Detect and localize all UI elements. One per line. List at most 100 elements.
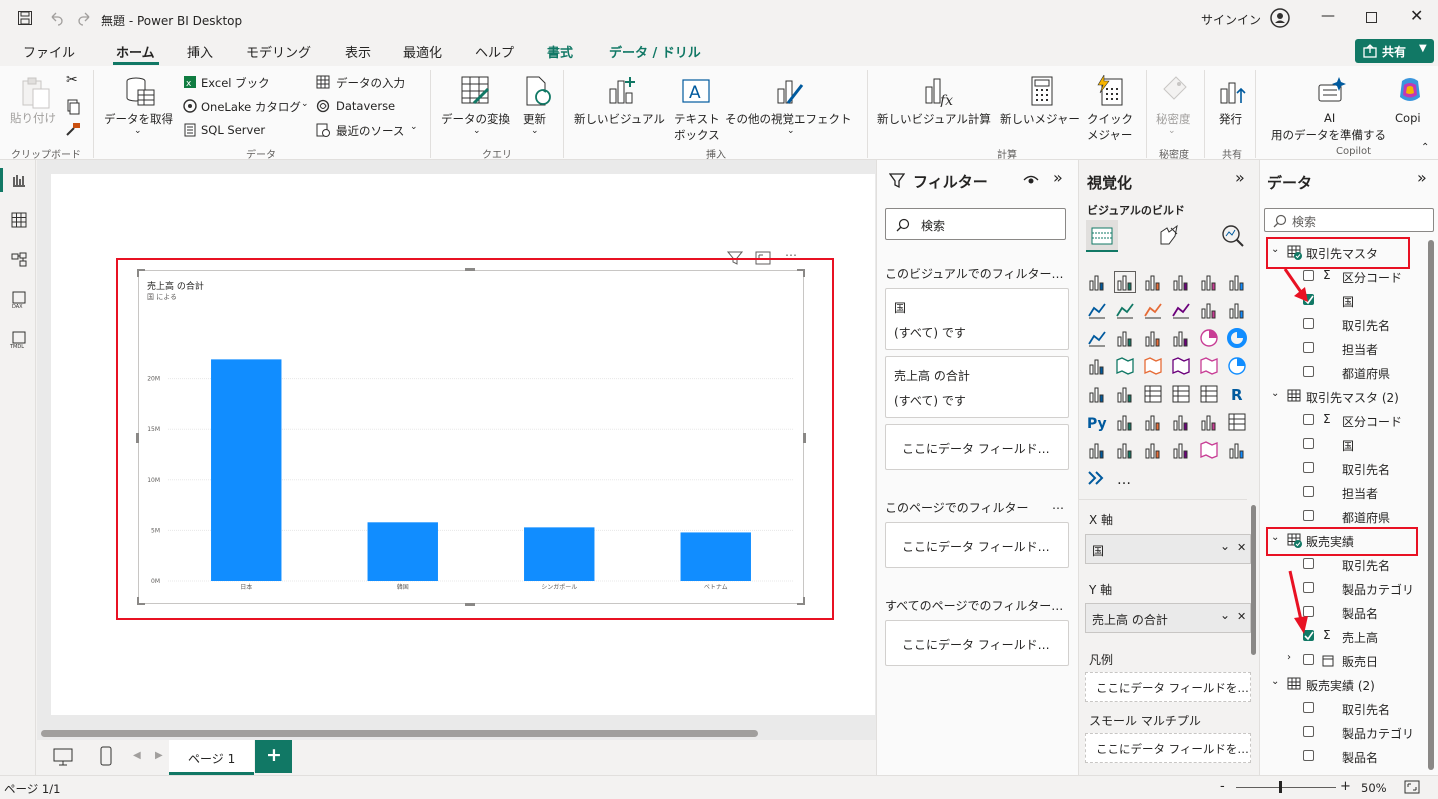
model-view-icon[interactable]	[11, 252, 27, 268]
viz-scrollbar[interactable]	[1251, 505, 1256, 655]
ai-data-label-2[interactable]: 用のデータを準備する	[1271, 127, 1386, 143]
waterfall-icon[interactable]	[1115, 328, 1135, 348]
publish-icon[interactable]	[1217, 75, 1249, 107]
enter-data-button[interactable]: データの入力	[336, 75, 405, 91]
recent-sources-button[interactable]: 最近のソース	[336, 123, 404, 139]
text-box-icon[interactable]: A	[680, 75, 712, 107]
new-visual-calc-icon[interactable]: fx	[922, 75, 954, 107]
100-column-icon[interactable]	[1227, 272, 1247, 292]
field-checkbox[interactable]	[1303, 342, 1314, 353]
field-checkbox[interactable]	[1303, 486, 1314, 497]
mobile-layout-icon[interactable]	[100, 746, 112, 766]
minimize-button[interactable]: —	[1321, 8, 1335, 24]
tmdl-view-icon[interactable]: TMDL	[9, 331, 29, 349]
arcgis-icon[interactable]	[1199, 440, 1219, 460]
signin-link[interactable]: サインイン	[1201, 11, 1261, 28]
qa-icon[interactable]	[1171, 412, 1191, 432]
dax-query-view-icon[interactable]: DAX	[10, 291, 28, 309]
line-clustered-icon[interactable]	[1227, 300, 1247, 320]
format-painter-icon[interactable]	[65, 121, 81, 137]
ai-data-icon[interactable]	[1315, 75, 1347, 107]
chevron-down-icon[interactable]: ⌄	[134, 126, 142, 136]
chevron-down-icon[interactable]: ⌄	[410, 122, 418, 132]
more-visuals-label[interactable]: その他の視覚エフェクト	[725, 111, 852, 127]
chevron-down-icon[interactable]: ⌄	[787, 126, 795, 136]
copilot-label[interactable]: Copi	[1395, 111, 1421, 125]
filled-map-icon[interactable]	[1143, 356, 1163, 376]
area-icon[interactable]	[1115, 300, 1135, 320]
sql-server-button[interactable]: SQL Server	[201, 123, 265, 137]
power-automate-icon[interactable]	[1143, 440, 1163, 460]
dataverse-icon[interactable]	[316, 99, 330, 113]
y-axis-field-well[interactable]: 売上高 の合計 ⌄ ✕	[1085, 603, 1251, 633]
kpi-icon[interactable]	[1115, 384, 1135, 404]
undo-icon[interactable]	[48, 10, 64, 26]
field-checkbox[interactable]	[1303, 318, 1314, 329]
chevron-down-icon[interactable]: ⌄	[301, 99, 309, 109]
cut-icon[interactable]: ✂	[66, 72, 78, 88]
save-icon[interactable]	[17, 10, 33, 26]
data-scrollbar[interactable]	[1428, 240, 1434, 770]
decomp-tree-icon[interactable]	[1143, 412, 1163, 432]
enter-data-icon[interactable]	[316, 75, 330, 89]
key-influencers-icon[interactable]	[1115, 412, 1135, 432]
ai-data-label-1[interactable]: AI	[1324, 111, 1335, 125]
map-icon[interactable]	[1115, 356, 1135, 376]
excel-workbook-button[interactable]: Excel ブック	[201, 75, 270, 91]
card-icon[interactable]	[1087, 384, 1107, 404]
remove-field-icon[interactable]: ✕	[1237, 541, 1246, 554]
eye-icon[interactable]	[1023, 173, 1039, 187]
metrics-icon[interactable]	[1087, 440, 1107, 460]
collapse-pane-icon[interactable]: »	[1053, 168, 1063, 187]
slicer-icon[interactable]	[1143, 384, 1163, 404]
database-table-icon[interactable]	[124, 76, 156, 108]
narrative-icon[interactable]	[1087, 468, 1107, 488]
funnel-icon[interactable]	[1143, 328, 1163, 348]
excel-icon[interactable]: x	[183, 75, 197, 89]
ribbon-icon[interactable]	[1087, 328, 1107, 348]
copy-icon[interactable]	[65, 99, 81, 115]
chevron-down-icon[interactable]: ⌄	[473, 126, 481, 136]
new-measure-icon[interactable]	[1028, 75, 1056, 107]
zoom-slider-thumb[interactable]	[1279, 781, 1282, 793]
field-checkbox[interactable]	[1303, 414, 1314, 425]
quick-measure-label-2[interactable]: メジャー	[1087, 127, 1132, 143]
filter-search-input[interactable]: 検索	[885, 208, 1066, 240]
stacked-column-icon[interactable]	[1114, 271, 1136, 293]
donut-icon[interactable]	[1227, 328, 1247, 348]
quick-measure-label-1[interactable]: クイック	[1087, 111, 1133, 127]
filter-card-sales[interactable]: 売上高 の合計 (すべて) です	[885, 356, 1069, 418]
trophy-icon[interactable]	[1199, 412, 1219, 432]
new-visual-label[interactable]: 新しいビジュアル	[574, 111, 665, 127]
filter-drop-zone[interactable]: ここにデータ フィールド…	[885, 522, 1069, 568]
100-bar-icon[interactable]	[1199, 272, 1219, 292]
publish-label[interactable]: 発行	[1219, 111, 1242, 127]
stacked-bar-icon[interactable]	[1087, 272, 1107, 292]
report-view-icon[interactable]	[11, 172, 27, 188]
collapse-pane-icon[interactable]: »	[1235, 168, 1245, 187]
matrix-icon[interactable]	[1199, 384, 1219, 404]
zoom-slider-track[interactable]	[1236, 787, 1336, 788]
field-checkbox[interactable]	[1303, 654, 1314, 665]
chevron-down-icon[interactable]: ⌄	[531, 126, 539, 136]
tab-format[interactable]: 書式	[547, 42, 573, 61]
field-checkbox[interactable]	[1303, 750, 1314, 761]
dataverse-button[interactable]: Dataverse	[336, 99, 395, 113]
filter-drop-zone[interactable]: ここにデータ フィールド…	[885, 424, 1069, 470]
fit-to-page-icon[interactable]	[1404, 780, 1420, 794]
line-icon[interactable]	[1087, 300, 1107, 320]
build-visual-tab[interactable]	[1086, 220, 1118, 252]
page-tab-1[interactable]: ページ 1	[169, 740, 254, 775]
field-checkbox[interactable]	[1303, 510, 1314, 521]
prev-page-icon[interactable]: ◀	[133, 750, 141, 761]
copilot-icon[interactable]	[1396, 75, 1424, 107]
filter-drop-zone[interactable]: ここにデータ フィールド…	[885, 620, 1069, 666]
recent-sources-icon[interactable]	[316, 123, 330, 137]
scatter-icon[interactable]	[1171, 328, 1191, 348]
legend-field-well[interactable]: ここにデータ フィールドを…	[1085, 672, 1251, 702]
diamond-icon[interactable]	[1227, 440, 1247, 460]
onelake-icon[interactable]	[183, 99, 197, 113]
transform-data-label[interactable]: データの変換	[441, 111, 510, 127]
power-apps-icon[interactable]	[1115, 440, 1135, 460]
pie-icon[interactable]	[1199, 328, 1219, 348]
